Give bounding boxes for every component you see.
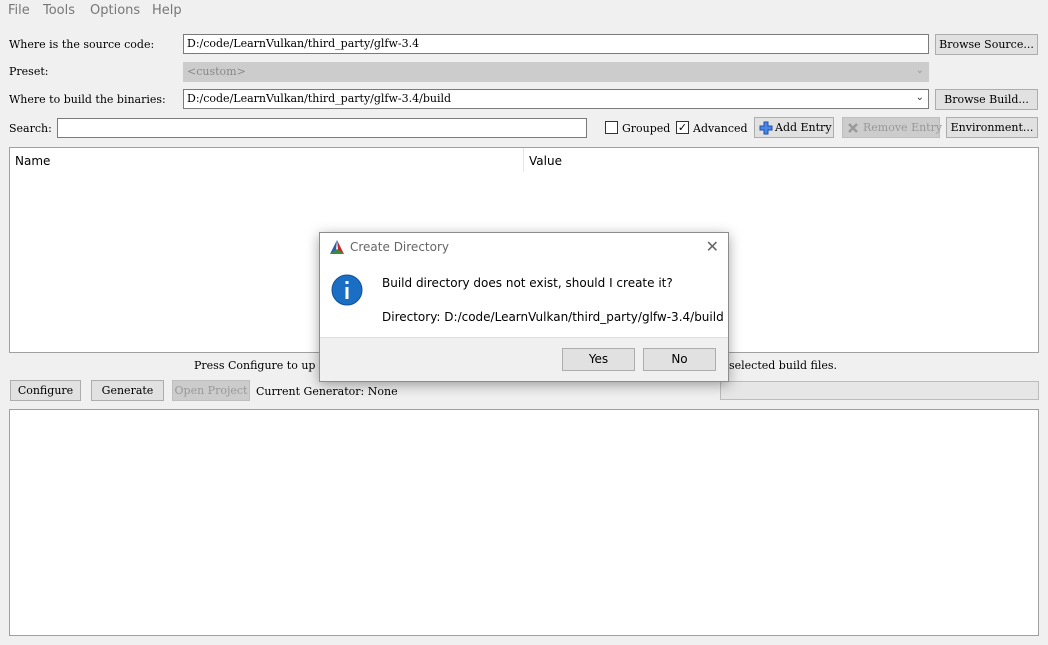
advanced-label: Advanced <box>693 122 748 135</box>
cmake-logo-icon <box>330 240 344 254</box>
checkmark-icon: ✓ <box>677 121 688 134</box>
remove-entry-label: Remove Entry <box>863 121 943 134</box>
output-log[interactable] <box>9 409 1039 636</box>
preset-label: Preset: <box>9 65 49 78</box>
remove-entry-button[interactable]: Remove Entry <box>842 117 943 138</box>
build-label: Where to build the binaries: <box>9 93 166 106</box>
advanced-checkbox[interactable]: ✓ <box>676 121 689 134</box>
remove-icon <box>848 123 858 133</box>
column-header-value[interactable]: Value <box>524 148 1038 172</box>
progress-bar <box>720 381 1039 400</box>
menu-options[interactable]: Options <box>90 3 140 18</box>
status-text-left: Press Configure to up <box>194 359 316 372</box>
current-generator-label: Current Generator: None <box>256 385 398 398</box>
generate-button[interactable]: Generate <box>91 380 164 401</box>
status-text-right: selected build files. <box>729 359 838 372</box>
source-path-input[interactable]: D:/code/LearnVulkan/third_party/glfw-3.4 <box>183 34 929 54</box>
grouped-checkbox[interactable] <box>605 121 618 134</box>
preset-value: <custom> <box>187 65 246 78</box>
info-icon <box>331 274 363 306</box>
build-path-value: D:/code/LearnVulkan/third_party/glfw-3.4… <box>187 92 452 105</box>
search-input[interactable] <box>57 118 587 138</box>
dialog-message: Build directory does not exist, should I… <box>382 276 673 290</box>
chevron-down-icon[interactable]: ⌄ <box>916 92 924 103</box>
create-directory-dialog: Create Directory ✕ Build directory does … <box>319 232 729 382</box>
browse-source-button[interactable]: Browse Source... <box>935 34 1038 55</box>
preset-select: <custom> ⌄ <box>183 62 929 82</box>
close-icon[interactable]: ✕ <box>706 237 719 256</box>
add-entry-button[interactable]: Add Entry <box>754 117 834 138</box>
source-label: Where is the source code: <box>9 38 155 51</box>
menu-tools[interactable]: Tools <box>43 3 75 18</box>
yes-button[interactable]: Yes <box>562 348 635 371</box>
grouped-label: Grouped <box>622 122 671 135</box>
build-path-combo[interactable]: D:/code/LearnVulkan/third_party/glfw-3.4… <box>183 89 929 109</box>
menu-help[interactable]: Help <box>152 3 182 18</box>
add-entry-label: Add Entry <box>775 121 832 134</box>
no-button[interactable]: No <box>643 348 716 371</box>
configure-button[interactable]: Configure <box>10 380 81 401</box>
browse-build-button[interactable]: Browse Build... <box>935 89 1038 110</box>
dialog-footer: Yes No <box>320 337 728 381</box>
menu-file[interactable]: File <box>8 3 30 18</box>
search-label: Search: <box>9 122 52 135</box>
column-header-name[interactable]: Name <box>10 148 524 172</box>
open-project-button[interactable]: Open Project <box>172 380 250 401</box>
chevron-down-icon: ⌄ <box>915 65 924 76</box>
dialog-directory: Directory: D:/code/LearnVulkan/third_par… <box>382 310 724 324</box>
environment-button[interactable]: Environment... <box>946 117 1038 138</box>
menubar: File Tools Options Help <box>0 0 1048 23</box>
dialog-title: Create Directory <box>350 240 449 254</box>
plus-icon <box>759 121 773 135</box>
